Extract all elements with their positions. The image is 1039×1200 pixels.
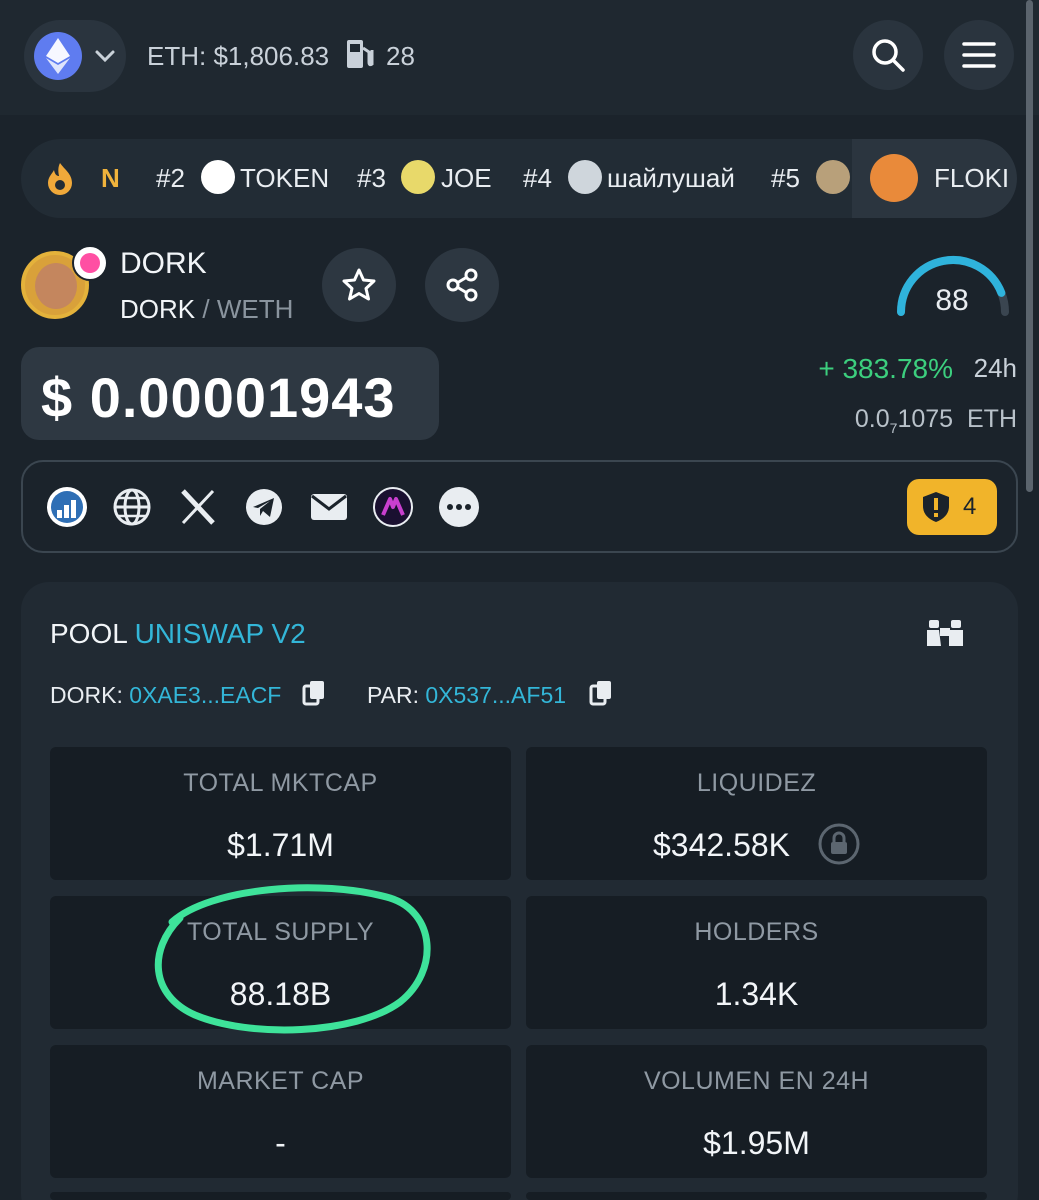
- menu-button[interactable]: [944, 20, 1014, 90]
- trending-item-5-logo-icon[interactable]: [816, 160, 850, 194]
- token-logo-icon: [201, 160, 235, 194]
- stat-liquidity: LIQUIDEZ $342.58K: [526, 747, 987, 880]
- share-icon: [446, 268, 478, 302]
- token-name: DORK: [120, 247, 207, 280]
- stat-row-next: [526, 1192, 987, 1200]
- shield-alert-icon: [923, 492, 949, 522]
- favorite-button[interactable]: [322, 248, 396, 322]
- stat-volume-24h: VOLUMEN EN 24H $1.95M: [526, 1045, 987, 1178]
- highlight-circle-annotation: [154, 884, 431, 1034]
- price-eth: 0.071075 ETH: [854, 405, 1017, 436]
- score-value: 88: [935, 284, 969, 317]
- stat-market-cap: MARKET CAP -: [50, 1045, 511, 1178]
- email-icon[interactable]: [308, 486, 350, 528]
- more-options-icon[interactable]: [438, 486, 480, 528]
- hamburger-menu-icon: [962, 42, 996, 68]
- x-twitter-icon[interactable]: [177, 486, 219, 528]
- binoculars-icon[interactable]: [925, 616, 965, 648]
- alerts-count: 4: [963, 493, 977, 520]
- lock-icon: [818, 823, 860, 865]
- gas-pump-icon: [347, 40, 374, 68]
- copy-icon[interactable]: [302, 680, 326, 706]
- star-icon: [342, 268, 376, 301]
- price-display: $ 0.00001943: [21, 347, 439, 440]
- chevron-down-icon: [95, 50, 115, 63]
- trending-ticker: N #2 TOKEN #3 JOE #4 шайлушай #5 FLOKI: [21, 139, 1017, 218]
- telegram-icon[interactable]: [243, 486, 285, 528]
- price-change: + 383.78%: [818, 353, 953, 384]
- share-button[interactable]: [425, 248, 499, 322]
- fire-icon: [48, 163, 72, 195]
- token-address[interactable]: 0XAE3...EACF: [129, 682, 281, 708]
- dextools-icon[interactable]: [372, 486, 414, 528]
- stat-row-next: [50, 1192, 511, 1200]
- trending-rank-2: #2: [156, 163, 185, 193]
- pair-address-row: PAR: 0X537...AF51: [367, 682, 567, 708]
- top-bar: ETH: $1,806.83 28: [0, 0, 1039, 115]
- floki-logo-icon: [870, 154, 918, 202]
- ethereum-icon: [34, 32, 82, 80]
- search-button[interactable]: [853, 20, 923, 90]
- trending-rank-4: #4: [523, 163, 552, 193]
- scrollbar[interactable]: [1026, 0, 1033, 492]
- chain-selector[interactable]: [24, 20, 126, 92]
- gas-price: 28: [386, 41, 415, 71]
- links-bar: 4: [21, 460, 1018, 553]
- trending-item-floki[interactable]: FLOKI: [852, 139, 1017, 218]
- eth-price: ETH: $1,806.83: [147, 41, 330, 71]
- uniswap-badge-icon: [72, 245, 108, 281]
- search-icon: [872, 39, 905, 72]
- pair-address[interactable]: 0X537...AF51: [425, 682, 566, 708]
- globe-icon[interactable]: [111, 486, 153, 528]
- price-usd: $ 0.00001943: [41, 366, 396, 429]
- trending-item-3[interactable]: JOE: [441, 163, 492, 194]
- change-period: 24h: [973, 353, 1017, 383]
- security-alerts-button[interactable]: 4: [907, 479, 997, 535]
- joe-logo-icon: [401, 160, 435, 194]
- copy-icon[interactable]: [589, 680, 613, 706]
- trending-rank-5: #5: [771, 163, 800, 193]
- chart-icon[interactable]: [46, 486, 88, 528]
- trending-rank-3: #3: [357, 163, 386, 193]
- pool-title: POOL UNISWAP V2: [50, 618, 306, 649]
- trending-item-4[interactable]: шайлушай: [607, 163, 735, 194]
- token-address-row: DORK: 0XAE3...EACF: [50, 682, 282, 708]
- stat-holders: HOLDERS 1.34K: [526, 896, 987, 1029]
- trending-item-1[interactable]: N: [101, 163, 120, 194]
- shailushai-logo-icon: [568, 160, 602, 194]
- trending-item-2[interactable]: TOKEN: [240, 163, 329, 194]
- stat-total-mktcap: TOTAL MKTCAP $1.71M: [50, 747, 511, 880]
- trending-item-6: FLOKI: [934, 163, 1010, 193]
- token-pair: DORK / WETH: [120, 294, 294, 324]
